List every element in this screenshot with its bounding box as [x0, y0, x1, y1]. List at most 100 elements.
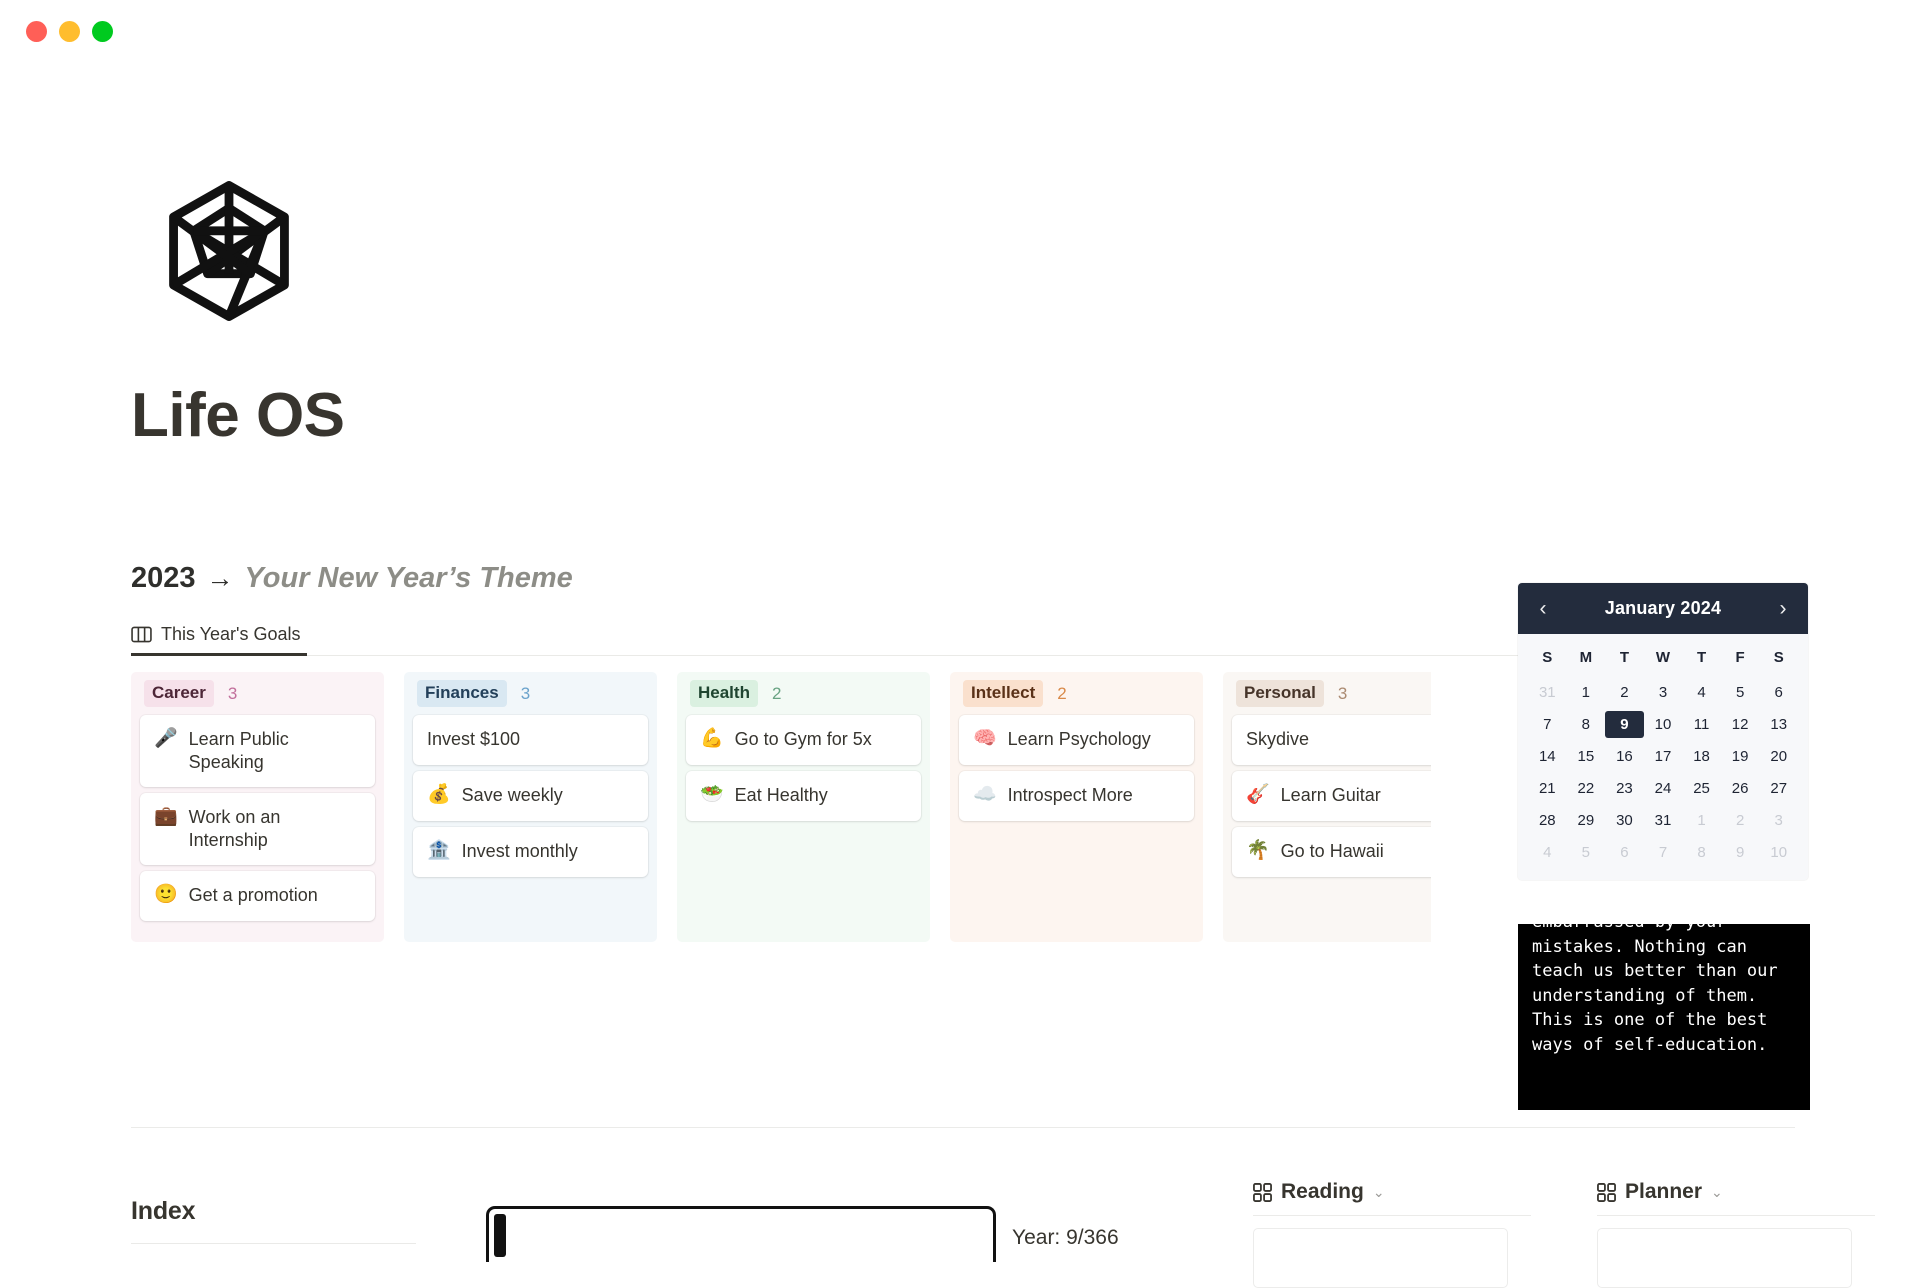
goal-card[interactable]: 💪 Go to Gym for 5x [686, 715, 921, 765]
calendar-day[interactable]: 18 [1682, 743, 1721, 770]
database-title: Planner [1625, 1180, 1703, 1203]
calendar-day[interactable]: 26 [1721, 775, 1760, 802]
goal-emoji-icon: 🎤 [154, 728, 178, 749]
database-planner-header[interactable]: Planner ⌄ [1597, 1180, 1875, 1215]
calendar-title: January 2024 [1604, 598, 1722, 618]
goal-emoji-icon: 🏦 [427, 840, 451, 861]
goal-card-title: Introspect More [1007, 785, 1133, 805]
goal-column-career: Career 3 🎤 Learn Public Speaking 💼 Work on an… [131, 672, 384, 942]
goal-card-list: Invest $100 💰 Save weekly 🏦 Invest monthly [404, 715, 657, 877]
goal-card[interactable]: 🙂 Get a promotion [140, 871, 375, 922]
calendar-day[interactable]: 8 [1682, 839, 1721, 866]
database-card[interactable] [1597, 1228, 1852, 1288]
goal-card[interactable]: 💼 Work on an Internship [140, 793, 375, 866]
calendar-day[interactable]: 2 [1605, 679, 1644, 706]
goal-emoji-icon: 🎸 [1246, 784, 1270, 805]
quote-callout: embarrassed by your mistakes. Nothing ca… [1518, 924, 1810, 1110]
database-rule [1597, 1215, 1875, 1216]
goal-emoji-icon: 🥗 [700, 784, 724, 805]
calendar-day[interactable]: 28 [1528, 807, 1567, 834]
minimize-window-button[interactable] [59, 20, 80, 42]
calendar-day[interactable]: 22 [1567, 775, 1606, 802]
goal-column-count: 3 [520, 683, 531, 703]
calendar-day[interactable]: 1 [1682, 807, 1721, 834]
calendar-day[interactable]: 20 [1759, 743, 1798, 770]
goal-card[interactable]: Skydive [1232, 715, 1431, 765]
calendar-day[interactable]: 31 [1528, 679, 1567, 706]
chevron-down-icon[interactable]: ⌄ [1711, 1185, 1723, 1199]
goal-emoji-icon: 🧠 [973, 728, 997, 749]
year-progress-bar [486, 1206, 1006, 1262]
calendar-day[interactable]: 15 [1567, 743, 1606, 770]
calendar-day[interactable]: 13 [1759, 711, 1798, 738]
goal-emoji-icon: 💰 [427, 784, 451, 805]
calendar-day[interactable]: 6 [1759, 679, 1798, 706]
calendar-day[interactable]: 7 [1528, 711, 1567, 738]
calendar-day[interactable]: 14 [1528, 743, 1567, 770]
maximize-window-button[interactable] [92, 20, 113, 42]
close-window-button[interactable] [26, 20, 47, 42]
goal-column-chip: Intellect [963, 680, 1044, 707]
calendar-day[interactable]: 23 [1605, 775, 1644, 802]
calendar-day[interactable]: 7 [1644, 839, 1683, 866]
calendar-header: ‹ January 2024 › [1518, 583, 1808, 634]
goal-card-title: Skydive [1246, 729, 1310, 749]
goal-emoji-icon: 💪 [700, 728, 724, 749]
calendar-day[interactable]: 29 [1567, 807, 1606, 834]
database-card[interactable] [1253, 1228, 1508, 1288]
calendar-day[interactable]: 10 [1644, 711, 1683, 738]
tab-label: This Year's Goals [161, 623, 301, 644]
goal-card[interactable]: Invest $100 [413, 715, 648, 765]
calendar-dow: F [1735, 649, 1745, 666]
goal-card-title: Learn Public Speaking [188, 729, 289, 773]
calendar-day[interactable]: 30 [1605, 807, 1644, 834]
calendar-day[interactable]: 25 [1682, 775, 1721, 802]
goal-card[interactable]: 🌴 Go to Hawaii [1232, 827, 1431, 877]
tab-this-years-goals[interactable]: This Year's Goals [131, 615, 307, 656]
goal-column-header: Career 3 [131, 672, 384, 715]
calendar-day[interactable]: 16 [1605, 743, 1644, 770]
calendar-day[interactable]: 27 [1759, 775, 1798, 802]
calendar-day-selected[interactable]: 9 [1605, 711, 1644, 738]
theme-text: Your New Year’s Theme [244, 562, 573, 594]
theme-year: 2023 [131, 562, 196, 594]
calendar-day[interactable]: 3 [1759, 807, 1798, 834]
calendar-day[interactable]: 1 [1567, 679, 1606, 706]
calendar-day[interactable]: 10 [1759, 839, 1798, 866]
goal-card[interactable]: 🎸 Learn Guitar [1232, 771, 1431, 821]
chevron-left-icon[interactable]: ‹ [1532, 598, 1554, 619]
goal-card[interactable]: 💰 Save weekly [413, 771, 648, 821]
database-reading: Reading ⌄ [1253, 1180, 1531, 1288]
calendar-day[interactable]: 11 [1682, 711, 1721, 738]
calendar-day[interactable]: 3 [1644, 679, 1683, 706]
goal-card[interactable]: 🏦 Invest monthly [413, 827, 648, 877]
calendar-day[interactable]: 8 [1567, 711, 1606, 738]
goal-card-title: Learn Psychology [1007, 729, 1151, 749]
calendar-day[interactable]: 19 [1721, 743, 1760, 770]
calendar-day[interactable]: 31 [1644, 807, 1683, 834]
database-reading-header[interactable]: Reading ⌄ [1253, 1180, 1531, 1215]
goal-column-health: Health 2 💪 Go to Gym for 5x 🥗 Eat Healthy [677, 672, 930, 942]
goal-card[interactable]: 🎤 Learn Public Speaking [140, 715, 375, 788]
board-columns-icon [131, 626, 152, 642]
calendar-day[interactable]: 4 [1682, 679, 1721, 706]
calendar-day[interactable]: 4 [1528, 839, 1567, 866]
calendar-day[interactable]: 17 [1644, 743, 1683, 770]
calendar-day[interactable]: 5 [1721, 679, 1760, 706]
calendar-day[interactable]: 6 [1605, 839, 1644, 866]
chevron-right-icon[interactable]: › [1772, 598, 1794, 619]
calendar-day[interactable]: 24 [1644, 775, 1683, 802]
calendar-day[interactable]: 12 [1721, 711, 1760, 738]
calendar-day[interactable]: 21 [1528, 775, 1567, 802]
goal-emoji-icon: 🌴 [1246, 840, 1270, 861]
calendar-day[interactable]: 2 [1721, 807, 1760, 834]
goal-emoji-icon: ☁️ [973, 784, 997, 805]
goal-card[interactable]: ☁️ Introspect More [959, 771, 1194, 821]
goal-card-title: Go to Hawaii [1280, 841, 1384, 861]
index-section: Index [131, 1197, 416, 1244]
calendar-day[interactable]: 5 [1567, 839, 1606, 866]
calendar-day[interactable]: 9 [1721, 839, 1760, 866]
goal-card[interactable]: 🧠 Learn Psychology [959, 715, 1194, 765]
goal-card[interactable]: 🥗 Eat Healthy [686, 771, 921, 821]
chevron-down-icon[interactable]: ⌄ [1373, 1185, 1385, 1199]
